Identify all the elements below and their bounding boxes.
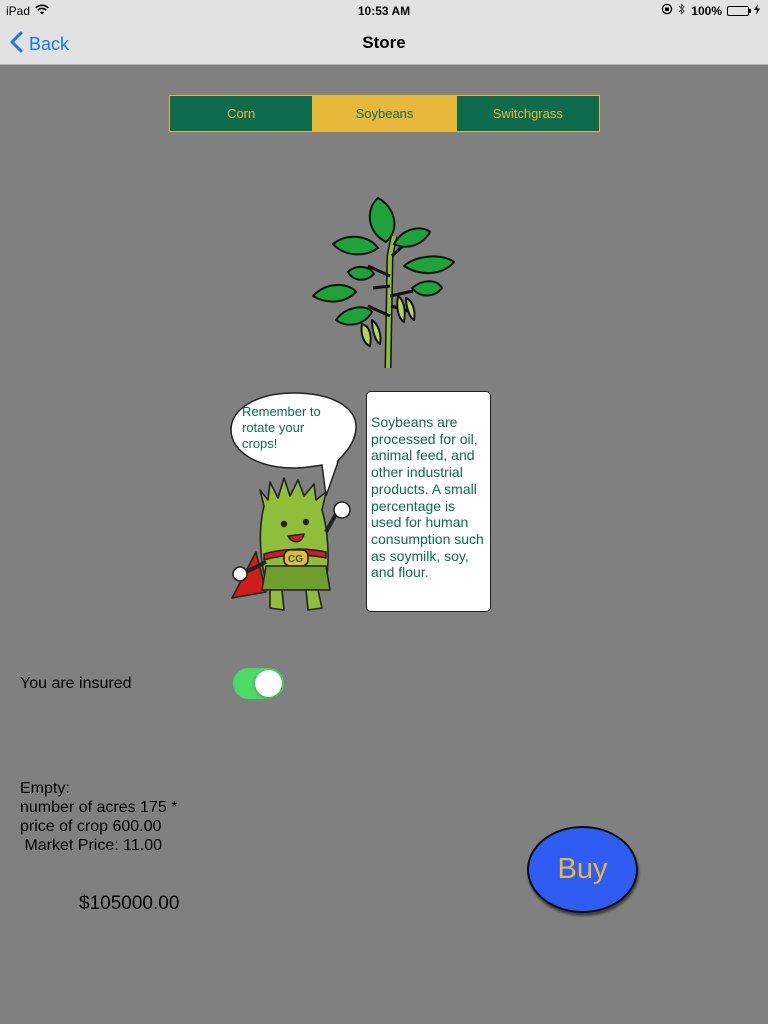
total-cost: $105000.00 [79, 893, 180, 914]
tab-soybeans[interactable]: Soybeans [312, 96, 456, 131]
soybean-plant-illustration [312, 197, 455, 369]
page-title: Store [362, 33, 406, 52]
speech-bubble-text: Remember to rotate your crops! [242, 404, 321, 451]
svg-text:CG: CG [288, 554, 303, 565]
insurance-toggle[interactable] [233, 668, 284, 699]
mascot-character: CG [231, 477, 351, 611]
charging-icon [754, 3, 760, 18]
insurance-label: You are insured [20, 675, 132, 692]
calc-line-price: price of crop 600.00 [20, 818, 162, 835]
toggle-knob [255, 670, 282, 697]
calc-line-status: Empty: [20, 780, 70, 797]
battery-percent: 100% [691, 3, 722, 18]
buy-button[interactable]: Buy [527, 826, 638, 913]
navigation-bar: Back Store [0, 22, 768, 65]
crop-info-text: Soybeans are processed for oil, animal f… [371, 414, 484, 581]
calc-line-market-price: Market Price: 11.00 [20, 837, 162, 854]
status-right: 100% [661, 3, 760, 18]
orientation-lock-icon [661, 3, 673, 18]
calc-line-acres: number of acres 175 * [20, 799, 178, 816]
crop-segmented-control: Corn Soybeans Switchgrass [169, 95, 600, 132]
tab-corn[interactable]: Corn [170, 96, 313, 131]
tab-switchgrass[interactable]: Switchgrass [455, 96, 599, 131]
crop-info-box: Soybeans are processed for oil, animal f… [366, 391, 491, 612]
status-bar: iPad 10:53 AM 100% [0, 0, 768, 22]
status-time: 10:53 AM [357, 4, 411, 18]
bluetooth-icon [678, 3, 686, 18]
cost-calculation: Empty: number of acres 175 * price of cr… [20, 779, 177, 855]
battery-icon [727, 5, 751, 16]
